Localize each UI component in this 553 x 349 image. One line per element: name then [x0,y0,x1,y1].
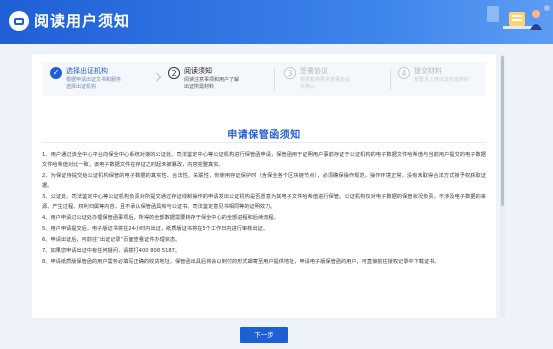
step-desc: 按要求上传出证所需材料 [414,77,470,83]
title-divider [42,142,486,143]
header-illustration [487,5,550,30]
step-submit-materials: 4 提交材料 按要求上传出证所需材料 [398,66,484,94]
notice-paragraph: 2、为保证待提交给公证机构保管的电子数据的真实性、合法性、关联性，你使用存证保护… [42,173,486,189]
step-desc: 根据机构要求签署协议 并确认 [300,77,351,90]
step-title: 签署协议 [300,67,328,75]
page-title: 阅读用户须知 [34,12,131,30]
step-divider [390,68,391,90]
content-scrollbar[interactable] [500,54,505,318]
step-desc: 根据申请出证文书和服务 选择出证机构 [66,77,122,90]
step-title: 阅读须知 [184,67,212,75]
notice-paragraph: 7、如果您申请出证中有任何疑问，请拨打400 808 5187。 [42,248,181,254]
document-icon [9,11,29,31]
step-title: 提交材料 [414,67,442,75]
notice-paragraph: 1、用户通过该全中心平台向保全中心系统对接的公证处、司法鉴定中心等公证机构进行保… [42,152,486,168]
step-title: 选择出证机构 [66,67,108,75]
scrollbar-thumb[interactable] [501,56,504,206]
page-header: 阅读用户须知 [0,0,553,44]
step-desc: 阅读注意事项和用户了解 出证所需材料 [184,77,240,90]
notice-paragraph: 5、用户申请提交后，电子版证书将在24小时内出证，纸质版证书将在5个工作日内进行… [42,226,268,232]
content-card: ✓ 选择出证机构 根据申请出证文书和服务 选择出证机构 2 阅读须知 阅读注意事项… [32,54,496,318]
step-select-agency[interactable]: ✓ 选择出证机构 根据申请出证文书和服务 选择出证机构 [50,66,150,94]
notice-paragraph: 6、申请出证后，可前往“出证记录”页面查看证件办理状态。 [42,237,181,243]
step-number: 3 [284,67,296,79]
step-divider [274,68,275,90]
next-step-button[interactable]: 下一步 [240,327,288,343]
step-number: 2 [168,67,180,79]
step-check-icon: ✓ [50,67,62,79]
step-number: 4 [398,67,410,79]
notice-paragraph: 4、用户申请过公证处办理保管函事项后，所得的全部数据需要转存于保全中心的全部进程… [42,215,279,221]
step-indicator: ✓ 选择出证机构 根据申请出证文书和服务 选择出证机构 2 阅读须知 阅读注意事项… [42,62,486,96]
notice-body: 1、用户通过该全中心平台向保全中心系统对接的公证处、司法鉴定中心等公证机构进行保… [42,150,486,268]
notice-title: 申请保管函须知 [227,130,301,141]
notice-paragraph: 3、公证处、司法鉴定中心等公证机构负责对所提交通过存证线制操作的申请发出公证机构… [42,194,486,210]
step-read-notice[interactable]: 2 阅读须知 阅读注意事项和用户了解 出证所需材料 [168,66,268,94]
notice-paragraph: 8、申请纸质版保管函的用户需务必填写正确的收货地址，保管函出具后将会以到付的形式… [42,259,440,265]
chevron-right-icon [152,72,162,82]
step-sign-agreement: 3 签署协议 根据机构要求签署协议 并确认 [284,66,384,94]
